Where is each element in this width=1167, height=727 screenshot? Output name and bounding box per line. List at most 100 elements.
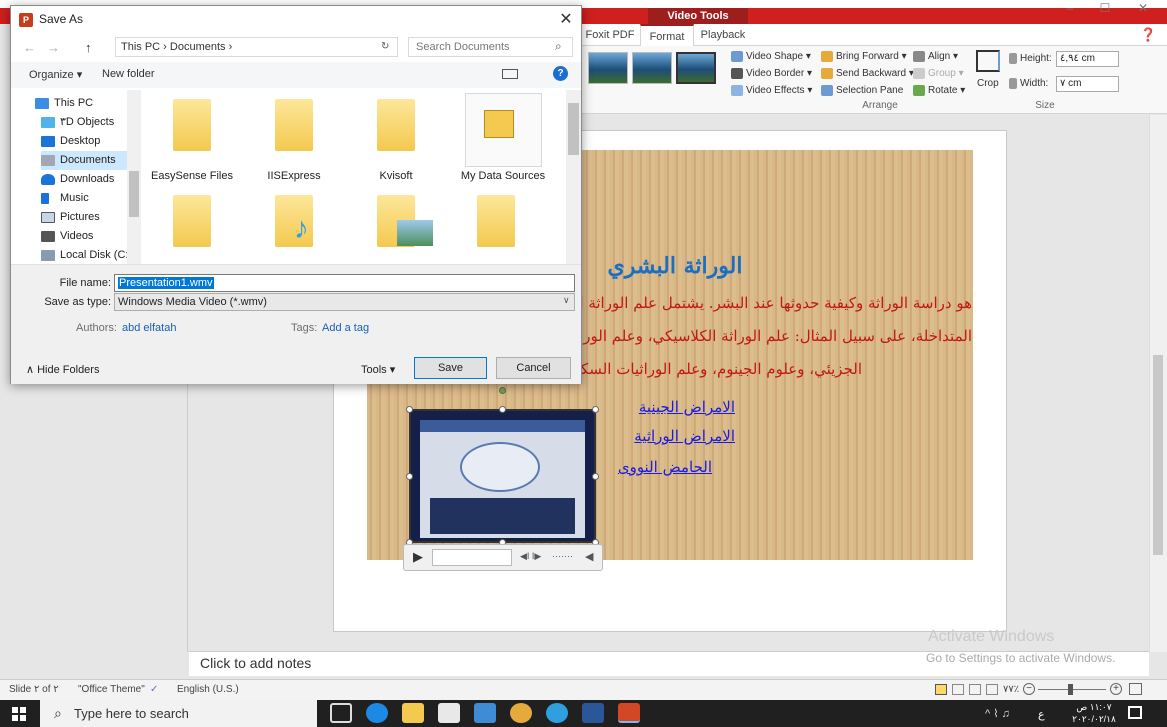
language-indicator[interactable]: English (U.S.): [177, 680, 239, 699]
input-language[interactable]: ع: [1038, 708, 1045, 721]
nav-scrollbar-thumb[interactable]: [129, 171, 139, 217]
help-icon[interactable]: ?: [553, 66, 568, 81]
resize-handle-left[interactable]: [406, 473, 413, 480]
save-type-select[interactable]: Windows Media Video (*.wmv): [114, 293, 575, 311]
tab-playback[interactable]: Playback: [698, 24, 748, 46]
normal-view-icon[interactable]: [935, 684, 947, 695]
volume-icon[interactable]: ◀: [585, 550, 593, 563]
chrome-icon[interactable]: [510, 703, 532, 723]
link-nucleic-acid[interactable]: الحامض النووى: [600, 458, 712, 476]
slide-body-line-3[interactable]: الجزيئي، وعلوم الجينوم، وعلم الوراثيات ا…: [567, 360, 862, 378]
mail-icon[interactable]: [474, 703, 496, 723]
edge-browser-icon[interactable]: [366, 703, 388, 723]
file-name-input[interactable]: Presentation1.wmv: [114, 274, 575, 292]
help-icon[interactable]: ❓: [1140, 27, 1156, 43]
video-seek-track[interactable]: [432, 549, 512, 566]
folder-icon[interactable]: [173, 99, 211, 151]
authors-value[interactable]: abd elfatah: [122, 322, 176, 334]
dialog-title-bar[interactable]: [11, 6, 581, 33]
notifications-icon[interactable]: [1128, 706, 1142, 719]
resize-handle-tr[interactable]: [592, 406, 599, 413]
hide-folders-toggle[interactable]: ∧ Hide Folders: [26, 363, 99, 376]
link-genetic-diseases[interactable]: الامراض الجينية: [600, 398, 735, 416]
slideshow-icon[interactable]: [986, 684, 998, 695]
group-button[interactable]: Group ▾: [913, 66, 964, 82]
folder-my-data-sources[interactable]: My Data Sources: [458, 170, 548, 182]
video-style-thumbnail[interactable]: [632, 52, 672, 84]
slide-body-line-1[interactable]: هو دراسة الوراثة وكيفية حدوثها عند البشر…: [567, 294, 972, 312]
folder-easysense-files[interactable]: EasySense Files: [147, 170, 237, 182]
spellcheck-icon[interactable]: ✓: [150, 680, 158, 699]
slide-body-line-2[interactable]: المتداخلة، على سبيل المثال: علم الوراثة …: [567, 327, 972, 345]
slide-sorter-icon[interactable]: [952, 684, 964, 695]
nav-item-desktop[interactable]: Desktop: [41, 132, 100, 151]
reading-view-icon[interactable]: [969, 684, 981, 695]
taskbar-search-input[interactable]: Type here to search: [40, 700, 317, 727]
resize-handle-right[interactable]: [592, 473, 599, 480]
tags-value[interactable]: Add a tag: [322, 322, 369, 334]
folder-icon[interactable]: [377, 99, 415, 151]
zoom-out-icon[interactable]: −: [1023, 683, 1035, 695]
send-backward-button[interactable]: Send Backward ▾: [821, 66, 914, 82]
view-options-icon[interactable]: [502, 69, 518, 79]
file-explorer-icon[interactable]: [402, 703, 424, 723]
word-icon[interactable]: [582, 703, 604, 723]
scrollbar-thumb[interactable]: [1153, 355, 1163, 555]
fit-to-window-icon[interactable]: [1129, 683, 1142, 695]
slide-vertical-scrollbar[interactable]: [1149, 115, 1167, 652]
cancel-button[interactable]: Cancel: [496, 357, 571, 379]
back-arrow-icon[interactable]: ←: [23, 40, 36, 55]
nav-item-videos[interactable]: Videos: [41, 227, 93, 246]
slide-title[interactable]: الوراثة البشري: [600, 253, 750, 279]
crop-label[interactable]: Crop: [977, 76, 999, 92]
resize-handle-tl[interactable]: [406, 406, 413, 413]
clock[interactable]: ١١:٠٧ ص ٢٠٢٠/٠٢/١٨: [1070, 701, 1118, 725]
bring-forward-button[interactable]: Bring Forward ▾: [821, 49, 907, 65]
system-tray-icons[interactable]: ^ ⌇ ♫: [985, 707, 1010, 720]
dialog-close-button[interactable]: ✕: [555, 9, 577, 31]
nav-item-local-disk[interactable]: Local Disk (C:): [41, 246, 132, 265]
crop-icon[interactable]: [976, 50, 1000, 72]
link-hereditary-diseases[interactable]: الامراض الوراثية: [600, 427, 735, 445]
zoom-level[interactable]: ٧٧٪: [1003, 680, 1019, 699]
video-shape-button[interactable]: Video Shape ▾: [731, 49, 811, 65]
minimize-button[interactable]: –: [1055, 0, 1085, 16]
skip-buttons-icon[interactable]: ◀I I▶: [520, 551, 541, 562]
rotate-handle[interactable]: [499, 387, 506, 394]
tab-foxit-pdf[interactable]: Foxit PDF: [584, 24, 636, 46]
folder-kvisoft[interactable]: Kvisoft: [351, 170, 441, 182]
zoom-slider-thumb[interactable]: [1068, 684, 1073, 695]
videos-shortcut-icon[interactable]: [477, 195, 515, 247]
chrome-profile-icon[interactable]: [546, 703, 568, 723]
address-refresh-icon[interactable]: ↻: [381, 41, 389, 52]
dialog-search-input[interactable]: Search Documents: [408, 37, 573, 57]
video-style-thumbnail[interactable]: [588, 52, 628, 84]
video-border-button[interactable]: Video Border ▾: [731, 66, 812, 82]
store-icon[interactable]: [438, 703, 460, 723]
window-close-button[interactable]: ✕: [1128, 0, 1158, 16]
new-folder-button[interactable]: New folder: [102, 68, 155, 80]
file-list-scrollbar-thumb[interactable]: [568, 103, 579, 155]
tools-menu[interactable]: Tools ▾: [361, 363, 395, 376]
maximize-button[interactable]: ☐: [1090, 0, 1120, 16]
folder-iisexpress[interactable]: IISExpress: [249, 170, 339, 182]
address-bar[interactable]: This PC › Documents ›: [115, 37, 398, 57]
play-icon[interactable]: ▶: [413, 549, 423, 565]
selection-pane-button[interactable]: Selection Pane: [821, 83, 903, 99]
up-arrow-icon[interactable]: ↑: [85, 40, 92, 55]
video-style-thumbnail[interactable]: [676, 52, 716, 84]
nav-item-downloads[interactable]: Downloads: [41, 170, 114, 189]
align-button[interactable]: Align ▾: [913, 49, 958, 65]
save-button[interactable]: Save: [414, 357, 487, 379]
nav-item-this-pc[interactable]: This PC: [35, 94, 93, 113]
organize-menu[interactable]: Organize ▾: [29, 68, 82, 81]
nav-item-documents[interactable]: Documents: [41, 151, 127, 170]
powerpoint-icon[interactable]: [618, 703, 640, 723]
task-view-icon[interactable]: [330, 703, 352, 723]
nav-item-pictures[interactable]: Pictures: [41, 208, 100, 227]
width-input[interactable]: ٧ cm: [1056, 76, 1119, 92]
forward-arrow-icon[interactable]: →: [47, 40, 60, 55]
resize-handle-top[interactable]: [499, 406, 506, 413]
rotate-button[interactable]: Rotate ▾: [913, 83, 965, 99]
video-effects-button[interactable]: Video Effects ▾: [731, 83, 812, 99]
